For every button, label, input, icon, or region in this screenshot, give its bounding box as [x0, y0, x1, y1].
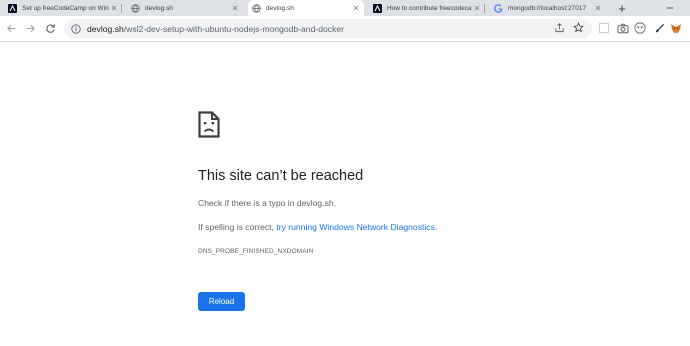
tab-devlog-active[interactable]: devlog.sh × [248, 0, 364, 16]
forward-button[interactable] [23, 21, 37, 35]
tab-close-icon[interactable]: × [472, 3, 482, 13]
tab-close-icon[interactable]: × [593, 3, 603, 13]
address-bar-actions [554, 22, 584, 33]
url-host: devlog.sh [87, 23, 124, 34]
info-icon[interactable] [71, 23, 81, 34]
network-diagnostics-link[interactable]: try running Windows Network Diagnostics [276, 222, 435, 232]
tab-mongodb[interactable]: mongodb://localhost:27017 × [490, 0, 606, 16]
back-button[interactable] [4, 21, 18, 35]
minimize-icon[interactable] [664, 0, 676, 16]
address-bar[interactable]: devlog.sh/wsl2-dev-setup-with-ubuntu-nod… [64, 19, 592, 38]
share-icon[interactable] [554, 22, 565, 33]
tab-close-icon[interactable]: × [230, 3, 240, 13]
globe-icon [131, 3, 140, 13]
error-code: DNS_PROBE_FINISHED_NXDOMAIN [198, 248, 314, 255]
tab-strip: Set up freeCodeCamp on Windows × devlog.… [0, 0, 690, 16]
error-title: This site can’t be reached [198, 168, 364, 184]
diagnostics-prefix: If spelling is correct, [198, 222, 277, 232]
bookmark-star-icon[interactable] [573, 22, 584, 33]
url-text[interactable]: devlog.sh/wsl2-dev-setup-with-ubuntu-nod… [87, 24, 344, 34]
reload-toolbar-button[interactable] [43, 21, 57, 35]
tab-title: How to contribute freecodecamp [387, 4, 472, 12]
extension-blank-icon[interactable] [598, 22, 610, 34]
tab-separator [121, 4, 122, 13]
error-suggestion-typo: Check if there is a typo in devlog.sh. [198, 198, 337, 208]
globe-icon [252, 3, 261, 13]
camera-icon[interactable] [617, 22, 629, 34]
arrow-right-icon [26, 24, 35, 32]
fcc-icon [8, 3, 17, 13]
tab-close-icon[interactable]: × [351, 3, 361, 13]
error-suggestion-diagnostics: If spelling is correct, try running Wind… [198, 222, 437, 232]
sad-document-icon [198, 111, 220, 138]
browser-toolbar: devlog.sh/wsl2-dev-setup-with-ubuntu-nod… [0, 16, 690, 42]
error-page [0, 43, 690, 346]
tab-title: mongodb://localhost:27017 [508, 4, 587, 12]
tab-separator [484, 4, 485, 13]
tab-close-icon[interactable]: × [109, 3, 119, 13]
paint-brush-icon[interactable] [653, 22, 665, 34]
tab-fcc-setup[interactable]: Set up freeCodeCamp on Windows × [4, 0, 122, 16]
reload-button[interactable]: Reload [198, 292, 245, 311]
google-icon [494, 3, 503, 13]
tab-title: devlog.sh [145, 4, 173, 12]
metamask-fox-icon[interactable] [670, 22, 682, 34]
tab-title: devlog.sh [266, 4, 294, 12]
tab-title: Set up freeCodeCamp on Windows [22, 4, 109, 12]
tab-contribute-fcc[interactable]: How to contribute freecodecamp × [369, 0, 485, 16]
tab-devlog-1[interactable]: devlog.sh × [127, 0, 243, 16]
extension-ghost-icon[interactable] [634, 22, 646, 34]
new-tab-button[interactable]: + [614, 0, 630, 16]
diagnostics-suffix: . [434, 222, 438, 232]
arrow-left-icon [6, 24, 15, 32]
fcc-icon [373, 3, 382, 13]
refresh-icon [45, 23, 55, 33]
url-path: /wsl2-dev-setup-with-ubuntu-nodejs-mongo… [123, 23, 345, 34]
